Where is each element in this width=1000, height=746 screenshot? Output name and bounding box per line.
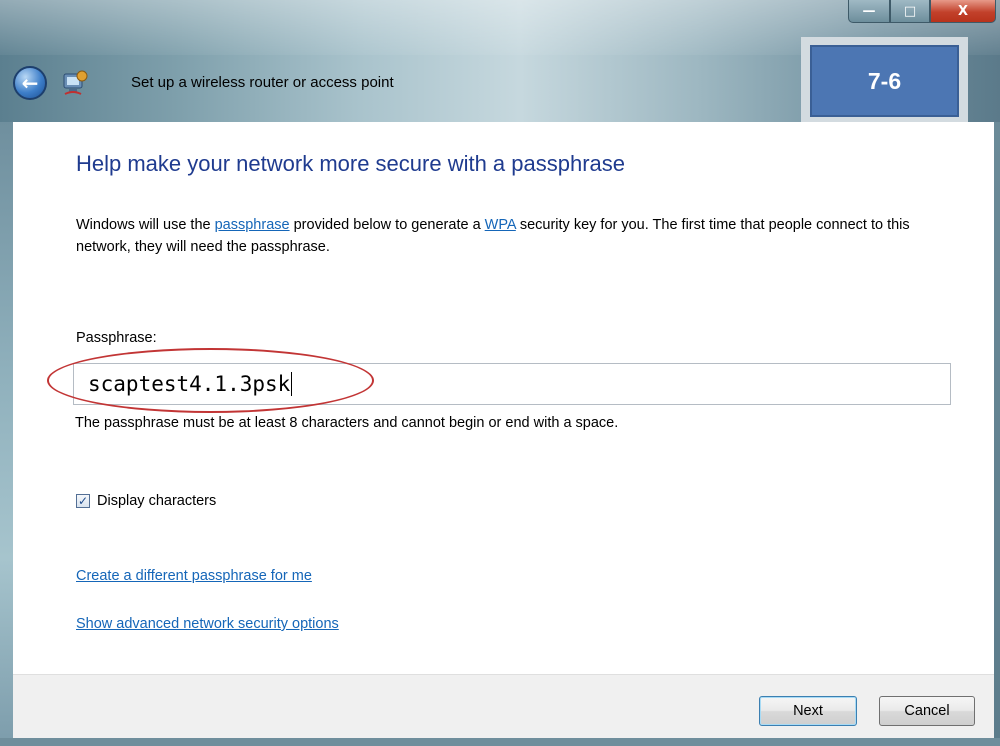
passphrase-help-link[interactable]: passphrase bbox=[215, 217, 290, 233]
minimize-button[interactable]: — bbox=[848, 0, 890, 23]
figure-label: 7-6 bbox=[810, 45, 959, 117]
close-button[interactable]: X bbox=[930, 0, 996, 23]
next-button[interactable]: Next bbox=[759, 696, 857, 726]
display-characters-checkbox[interactable]: ✓ bbox=[76, 494, 90, 508]
wizard-window: — □ X ← Set up a wireless router or acce… bbox=[0, 0, 1000, 746]
checkmark-icon: ✓ bbox=[77, 494, 89, 508]
display-characters-option[interactable]: ✓ Display characters bbox=[76, 493, 216, 509]
description-text: Windows will use the passphrase provided… bbox=[76, 214, 956, 258]
page-heading: Help make your network more secure with … bbox=[76, 151, 626, 176]
wpa-help-link[interactable]: WPA bbox=[485, 217, 516, 233]
display-characters-label: Display characters bbox=[97, 493, 217, 509]
window-frame-left bbox=[0, 122, 13, 746]
annotation-ellipse bbox=[47, 348, 374, 413]
network-wizard-icon bbox=[63, 70, 88, 95]
description-part: provided below to generate a bbox=[289, 217, 485, 233]
wizard-content: Help make your network more secure with … bbox=[13, 122, 994, 674]
show-advanced-options-link[interactable]: Show advanced network security options bbox=[76, 616, 339, 632]
figure-label-box: 7-6 bbox=[801, 37, 968, 127]
wizard-footer: Next Cancel bbox=[13, 675, 994, 738]
window-frame-right bbox=[994, 122, 1000, 746]
passphrase-label: Passphrase: bbox=[76, 330, 157, 346]
back-arrow-icon: ← bbox=[21, 71, 39, 95]
window-title: Set up a wireless router or access point bbox=[131, 74, 394, 91]
passphrase-hint: The passphrase must be at least 8 charac… bbox=[75, 415, 619, 431]
back-button[interactable]: ← bbox=[13, 66, 47, 100]
maximize-button[interactable]: □ bbox=[890, 0, 930, 23]
caption-buttons: — □ X bbox=[848, 0, 996, 23]
create-different-passphrase-link[interactable]: Create a different passphrase for me bbox=[76, 568, 312, 584]
window-frame-bottom bbox=[0, 738, 1000, 746]
cancel-button[interactable]: Cancel bbox=[879, 696, 975, 726]
description-part: Windows will use the bbox=[76, 217, 215, 233]
